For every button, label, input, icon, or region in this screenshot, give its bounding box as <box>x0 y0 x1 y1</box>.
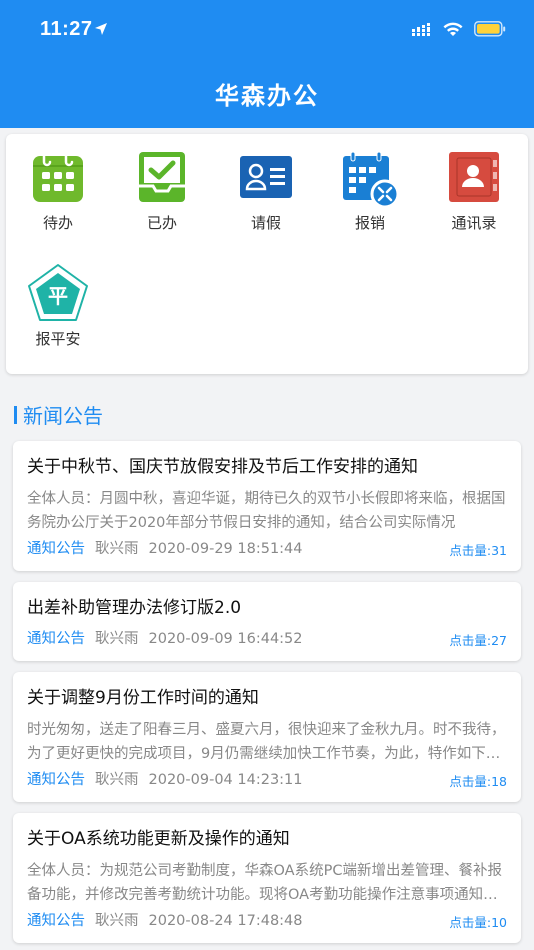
calendar-badge-icon <box>343 151 399 208</box>
news-category: 通知公告 <box>27 913 85 929</box>
quick-menu-card: 待办 已办 请假 报销 通讯录 平 报平安 <box>6 134 528 374</box>
news-card[interactable]: 出差补助管理办法修订版2.0 通知公告 耿兴雨 2020-09-09 16:44:5… <box>13 582 521 661</box>
news-click-count: 点击量:31 <box>449 543 507 558</box>
news-author: 耿兴雨 <box>95 541 139 557</box>
news-card[interactable]: 关于调整9月份工作时间的通知 时光匆匆，送走了阳春三月、盛夏六月，很快迎来了金秋… <box>13 672 521 802</box>
news-meta: 通知公告 耿兴雨 2020-09-04 14:23:11 点击量:18 <box>27 770 507 790</box>
news-card[interactable]: 关于中秋节、国庆节放假安排及节后工作安排的通知 全体人员：月圆中秋，喜迎华诞，期… <box>13 441 521 571</box>
menu-item-safety[interactable]: 平 报平安 <box>6 246 110 348</box>
news-category: 通知公告 <box>27 631 85 647</box>
pentagon-badge-icon: 平 <box>28 264 88 321</box>
news-meta: 通知公告 耿兴雨 2020-09-29 18:51:44 点击量:31 <box>27 539 507 559</box>
badge-glyph: 平 <box>48 284 68 308</box>
news-click-count: 点击量:27 <box>449 633 507 648</box>
address-book-icon <box>449 152 499 202</box>
menu-item-label: 通讯录 <box>451 214 497 232</box>
menu-item-todo[interactable]: 待办 <box>6 134 110 234</box>
location-arrow-icon <box>95 23 107 35</box>
menu-item-contacts[interactable]: 通讯录 <box>422 134 526 234</box>
menu-item-label: 报销 <box>354 214 385 232</box>
menu-item-reimburse[interactable]: 报销 <box>318 134 422 234</box>
menu-item-label: 报平安 <box>35 330 81 348</box>
news-summary: 时光匆匆，送走了阳春三月、盛夏六月，很快迎来了金秋九月。时不我待，为了更好更快的… <box>27 722 506 762</box>
news-title: 出差补助管理办法修订版2.0 <box>27 598 242 618</box>
news-date: 2020-09-09 16:44:52 <box>148 631 303 647</box>
id-card-icon <box>240 156 292 198</box>
news-category: 通知公告 <box>27 772 85 788</box>
news-meta: 通知公告 耿兴雨 2020-09-09 16:44:52 点击量:27 <box>27 629 507 649</box>
signal-icon <box>412 23 430 36</box>
news-date: 2020-08-24 17:48:48 <box>148 913 303 929</box>
news-date: 2020-09-04 14:23:11 <box>148 772 303 788</box>
menu-item-done[interactable]: 已办 <box>110 134 214 234</box>
news-category: 通知公告 <box>27 541 85 557</box>
app-header: 11:27 华森办公 <box>0 0 534 128</box>
menu-item-label: 待办 <box>42 214 73 232</box>
news-click-count: 点击量:10 <box>449 915 507 930</box>
news-click-count: 点击量:18 <box>449 774 507 789</box>
battery-icon <box>474 21 506 37</box>
status-bar: 11:27 <box>0 0 534 60</box>
menu-item-label: 请假 <box>250 214 281 232</box>
inbox-check-icon <box>139 152 185 202</box>
menu-item-label: 已办 <box>146 214 177 232</box>
status-time: 11:27 <box>40 18 93 40</box>
wifi-icon <box>443 22 463 36</box>
news-section-title: 新闻公告 <box>14 400 103 429</box>
news-title: 关于中秋节、国庆节放假安排及节后工作安排的通知 <box>27 457 418 477</box>
news-date: 2020-09-29 18:51:44 <box>148 541 303 557</box>
news-card[interactable]: 关于OA系统功能更新及操作的通知 全体人员：为规范公司考勤制度，华森OA系统PC… <box>13 813 521 943</box>
news-summary: 全体人员：为规范公司考勤制度，华森OA系统PC端新增出差管理、餐补报备功能，并修… <box>27 863 502 903</box>
news-title: 关于OA系统功能更新及操作的通知 <box>27 829 290 849</box>
calendar-grid-icon <box>33 152 83 202</box>
news-author: 耿兴雨 <box>95 913 139 929</box>
page-title: 华森办公 <box>215 82 319 110</box>
news-title: 关于调整9月份工作时间的通知 <box>27 688 259 708</box>
menu-item-leave[interactable]: 请假 <box>214 134 318 234</box>
news-summary: 全体人员：月圆中秋，喜迎华诞，期待已久的双节小长假即将来临，根据国务院办公厅关于… <box>27 491 506 531</box>
section-title-text: 新闻公告 <box>23 404 103 428</box>
section-accent-bar <box>14 405 17 424</box>
news-meta: 通知公告 耿兴雨 2020-08-24 17:48:48 点击量:10 <box>27 911 507 931</box>
news-author: 耿兴雨 <box>95 772 139 788</box>
news-author: 耿兴雨 <box>95 631 139 647</box>
